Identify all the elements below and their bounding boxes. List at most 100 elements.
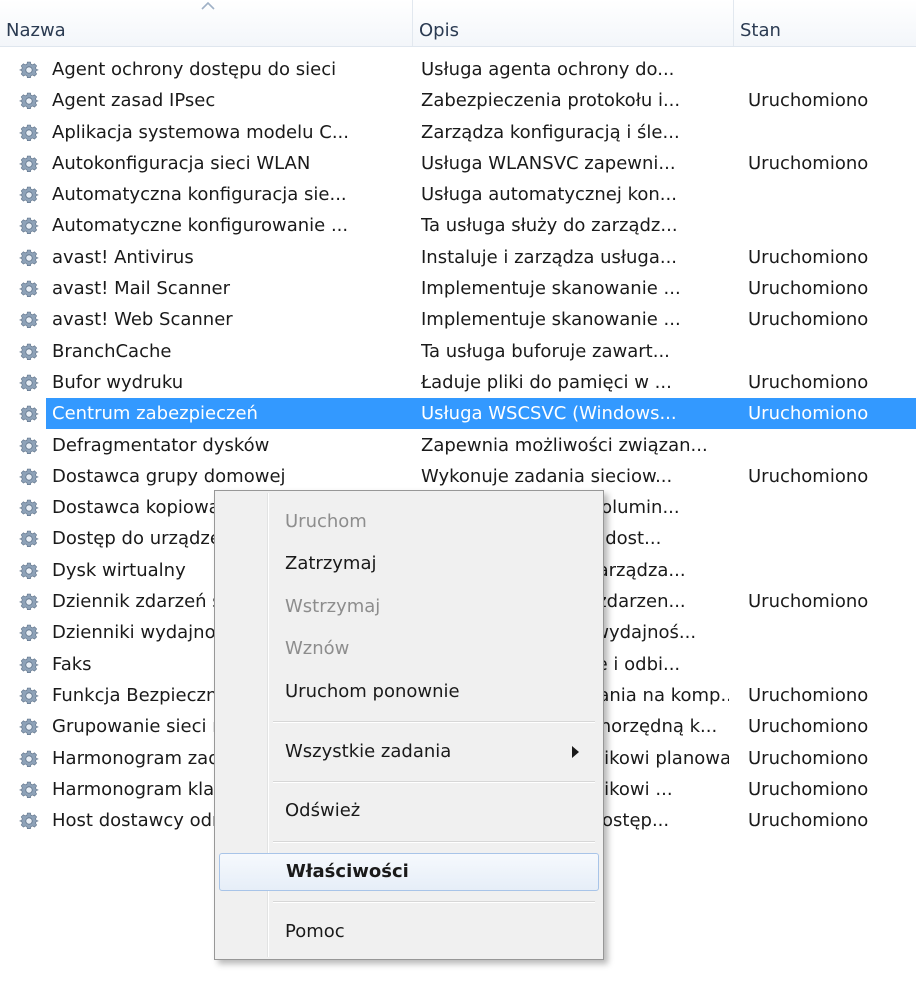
service-row[interactable]: Dostawca grupy domowej Wykonuje zadania s… [0, 461, 916, 492]
gear-service-icon [18, 153, 40, 175]
menu-item-pause: Wstrzymaj [285, 596, 381, 617]
service-status: Uruchomiono [748, 591, 869, 613]
service-name: BranchCache [52, 340, 172, 362]
service-status: Uruchomiono [748, 403, 869, 425]
gear-service-icon [18, 810, 40, 832]
service-description: Zabezpieczenia protokołu i... [421, 90, 681, 112]
menu-item-start: Uruchom [285, 511, 367, 532]
gear-service-icon [18, 528, 40, 550]
column-header-status[interactable]: Stan [734, 0, 916, 46]
service-status: Uruchomiono [748, 246, 869, 268]
gear-service-icon [18, 622, 40, 644]
gear-service-icon [18, 560, 40, 582]
service-name: Agent ochrony dostępu do sieci [52, 59, 337, 80]
service-name: avast! Web Scanner [52, 309, 233, 331]
gear-service-icon [18, 716, 40, 738]
menu-separator [273, 841, 595, 843]
service-name: Automatyczna konfiguracja sie... [52, 184, 347, 206]
service-status: Uruchomiono [748, 684, 869, 706]
service-name: Automatyczne konfigurowanie ... [52, 215, 349, 237]
service-row[interactable]: Agent zasad IPsec Zabezpieczenia protokoł… [0, 85, 916, 116]
service-description: Ładuje pliki do pamięci w ... [421, 371, 672, 393]
gear-service-icon [18, 403, 40, 425]
context-menu: Uruchom Zatrzymaj Wstrzymaj Wznów Urucho… [214, 490, 604, 960]
service-status: Uruchomiono [748, 371, 869, 393]
service-description: Ta usługa buforuje zawart... [421, 340, 670, 362]
column-header-bar: Nazwa Opis Stan [0, 0, 916, 47]
service-description: Zapewnia możliwości związan... [421, 434, 708, 456]
service-row[interactable]: Bufor wydruku Ładuje pliki do pamięci w .… [0, 367, 916, 398]
menu-separator [273, 901, 595, 903]
service-row[interactable]: Agent ochrony dostępu do sieci Usługa age… [0, 54, 916, 85]
gear-service-icon [18, 372, 40, 394]
service-name: Dostawca grupy domowej [52, 465, 286, 487]
service-name: Agent zasad IPsec [52, 90, 216, 112]
service-row[interactable]: avast! Mail Scanner Implementuje skanowan… [0, 273, 916, 304]
service-status: Uruchomiono [748, 778, 869, 800]
gear-service-icon [18, 90, 40, 112]
service-name: Autokonfiguracja sieci WLAN [52, 152, 311, 174]
service-row[interactable]: avast! Web Scanner Implementuje skanowani… [0, 304, 916, 335]
menu-separator [273, 781, 595, 783]
service-name: avast! Antivirus [52, 246, 194, 268]
sort-ascending-icon [201, 2, 215, 10]
gear-service-icon [18, 184, 40, 206]
gear-service-icon [18, 779, 40, 801]
service-status: Uruchomiono [748, 716, 869, 738]
menu-item-stop[interactable]: Zatrzymaj [219, 545, 599, 583]
service-status: Uruchomiono [748, 810, 869, 832]
chevron-right-icon [572, 746, 579, 758]
service-name: Centrum zabezpieczeń [52, 403, 258, 425]
gear-service-icon [18, 122, 40, 144]
menu-item-restart[interactable]: Uruchom ponownie [219, 673, 599, 711]
service-name: Bufor wydruku [52, 371, 184, 393]
gear-service-icon [18, 309, 40, 331]
gear-service-icon [18, 341, 40, 363]
service-description: Usługa agenta ochrony do... [421, 59, 675, 80]
gear-service-icon [18, 748, 40, 770]
service-description: Instaluje i zarządza usługa... [421, 246, 678, 268]
service-description: Usługa WLANSVC zapewni... [421, 152, 676, 174]
service-description: Usługa WSCSVC (Windows... [421, 403, 677, 425]
menu-item-refresh[interactable]: Odśwież [219, 792, 599, 830]
service-status: Uruchomiono [748, 747, 869, 769]
service-name: avast! Mail Scanner [52, 278, 231, 300]
service-row[interactable]: Defragmentator dysków Zapewnia możliwości… [0, 430, 916, 461]
service-row[interactable]: Autokonfiguracja sieci WLAN Usługa WLANSV… [0, 148, 916, 179]
service-status: Uruchomiono [748, 465, 869, 487]
service-row[interactable]: Centrum zabezpieczeń Usługa WSCSVC (Windo… [0, 398, 916, 430]
menu-separator [273, 721, 595, 723]
service-description: Zarządza konfiguracją i śle... [421, 121, 680, 143]
service-row[interactable]: Aplikacja systemowa modelu C... Zarządza … [0, 117, 916, 148]
gear-service-icon [18, 215, 40, 237]
service-description: Usługa automatycznej kon... [421, 184, 677, 206]
service-description: Wykonuje zadania sieciow... [421, 465, 673, 487]
menu-item-all-tasks-label: Wszystkie zadania [285, 741, 452, 762]
service-status: Uruchomiono [748, 90, 869, 112]
gear-service-icon [18, 466, 40, 488]
service-row[interactable]: Automatyczne konfigurowanie ... Ta usługa… [0, 210, 916, 241]
service-row[interactable]: BranchCache Ta usługa buforuje zawart... [0, 336, 916, 367]
service-name: Defragmentator dysków [52, 434, 270, 456]
service-row[interactable]: avast! Antivirus Instaluje i zarządza usł… [0, 242, 916, 273]
service-status: Uruchomiono [748, 152, 869, 174]
gear-service-icon [18, 654, 40, 676]
service-description: Implementuje skanowanie ... [421, 309, 681, 331]
service-status: Uruchomiono [748, 309, 869, 331]
service-name: Aplikacja systemowa modelu C... [52, 121, 349, 143]
gear-service-icon [18, 685, 40, 707]
menu-item-properties[interactable]: Właściwości [219, 853, 599, 891]
gear-service-icon [18, 591, 40, 613]
menu-item-help[interactable]: Pomoc [219, 913, 599, 951]
gear-service-icon [18, 435, 40, 457]
menu-item-all-tasks[interactable]: Wszystkie zadania [219, 733, 599, 771]
gear-service-icon [18, 497, 40, 519]
service-row[interactable]: Automatyczna konfiguracja sie... Usługa a… [0, 179, 916, 210]
service-status: Uruchomiono [748, 278, 869, 300]
column-header-description[interactable]: Opis [413, 0, 734, 46]
menu-item-resume: Wznów [285, 638, 350, 659]
service-description: Ta usługa służy do zarządz... [421, 215, 678, 237]
gear-service-icon [18, 247, 40, 269]
service-description: Implementuje skanowanie ... [421, 278, 681, 300]
gear-service-icon [18, 278, 40, 300]
